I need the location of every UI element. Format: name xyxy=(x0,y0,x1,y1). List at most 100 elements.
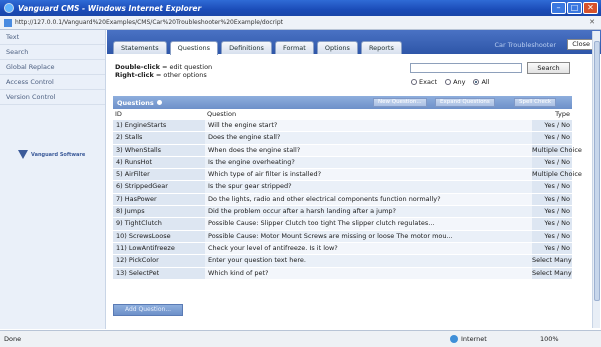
collapse-icon[interactable] xyxy=(156,100,162,105)
ie-icon xyxy=(4,3,14,13)
status-text: Done xyxy=(4,335,22,343)
close-icon[interactable]: ✕ xyxy=(589,18,595,26)
tab-definitions[interactable]: Definitions xyxy=(221,41,272,54)
search-mode-options: Exact Any All xyxy=(411,78,490,86)
cell-type: Yes / No xyxy=(532,132,572,144)
cell-question: Which type of air filter is installed? xyxy=(205,169,532,181)
globe-icon xyxy=(450,335,458,343)
cell-type: Select Many xyxy=(532,255,572,267)
radio-exact-label: Exact xyxy=(419,78,438,86)
table-row[interactable]: 6) StrippedGear Is the spur gear stripped… xyxy=(113,181,572,194)
app-name: Car Troubleshooter xyxy=(494,41,556,49)
spell-check-button[interactable]: Spell Check xyxy=(514,98,557,107)
status-bar: Done Internet 100% xyxy=(0,330,601,347)
cell-type: Multiple Choice xyxy=(532,169,582,181)
radio-all-dot[interactable] xyxy=(473,79,480,85)
column-header-id[interactable]: ID xyxy=(113,110,205,120)
main-panel: Statements Questions Definitions Format … xyxy=(107,30,601,329)
tab-reports[interactable]: Reports xyxy=(360,41,402,54)
scrollbar-thumb[interactable] xyxy=(594,41,600,301)
table-row[interactable]: 4) RunsHot Is the engine overheating? Yes … xyxy=(113,156,572,170)
window-controls: – □ ✕ xyxy=(551,2,598,14)
radio-all[interactable]: All xyxy=(473,78,490,86)
column-header-question[interactable]: Question xyxy=(205,110,532,120)
cell-type: Yes / No xyxy=(532,120,572,132)
vanguard-logo-text: Vanguard Software xyxy=(31,151,86,158)
table-row[interactable]: 1) EngineStarts Will the engine start? Yes… xyxy=(113,120,572,133)
table-row[interactable]: 7) HasPower Do the lights, radio and othe… xyxy=(113,193,572,207)
address-url[interactable]: http://127.0.0.1/Vanguard%20Examples/CMS… xyxy=(15,19,283,26)
cell-type: Yes / No xyxy=(532,193,572,206)
sidebar-item-text[interactable]: Text xyxy=(0,30,105,45)
tab-format[interactable]: Format xyxy=(274,41,314,54)
cell-id: 3) WhenStalls xyxy=(113,144,205,156)
minimize-button[interactable]: – xyxy=(551,2,566,14)
search-button[interactable]: Search xyxy=(527,62,570,74)
cell-id: 1) EngineStarts xyxy=(113,120,205,132)
hint-right-click-text: = other options xyxy=(153,71,207,79)
radio-exact-dot[interactable] xyxy=(411,79,417,85)
tab-options[interactable]: Options xyxy=(316,41,358,54)
questions-table-header: ID Question Type xyxy=(113,110,572,120)
vertical-scrollbar[interactable] xyxy=(592,31,600,328)
sidebar-item-access-control[interactable]: Access Control xyxy=(0,75,105,90)
hint-double-click-text: = edit question xyxy=(159,63,213,71)
add-question-button[interactable]: Add Question... xyxy=(113,304,183,316)
search-input[interactable] xyxy=(410,63,522,73)
cell-question: Is the spur gear stripped? xyxy=(205,181,532,193)
tab-statements[interactable]: Statements xyxy=(113,41,167,54)
cell-id: 13) SelectPet xyxy=(113,267,205,279)
zoom-level[interactable]: 100% xyxy=(540,335,559,343)
cell-id: 10) ScrewsLoose xyxy=(113,230,205,242)
maximize-button[interactable]: □ xyxy=(567,2,582,14)
table-row[interactable]: 8) Jumps Did the problem occur after a ha… xyxy=(113,206,572,219)
column-header-type[interactable]: Type xyxy=(532,110,572,120)
address-bar[interactable]: http://127.0.0.1/Vanguard%20Examples/CMS… xyxy=(0,16,601,30)
radio-any-label: Any xyxy=(453,78,466,86)
tab-questions[interactable]: Questions xyxy=(169,41,219,55)
cell-question: Check your level of antifreeze. Is it lo… xyxy=(205,242,532,255)
radio-any[interactable]: Any xyxy=(445,78,465,86)
cell-question: Do the lights, radio and other electrica… xyxy=(205,193,532,206)
radio-exact[interactable]: Exact xyxy=(411,78,437,86)
sidebar-item-version-control[interactable]: Version Control xyxy=(0,90,105,105)
close-button[interactable]: Close xyxy=(567,39,595,50)
radio-any-dot[interactable] xyxy=(445,79,452,85)
table-row[interactable]: 9) TightClutch Possible Cause: Slipper Cl… xyxy=(113,218,572,231)
cell-type: Multiple Choice xyxy=(532,144,582,156)
table-row[interactable]: 11) LowAntifreeze Check your level of ant… xyxy=(113,242,572,256)
table-row[interactable]: 2) Stalls Does the engine stall? Yes / No xyxy=(113,132,572,145)
sidebar-item-global-replace[interactable]: Global Replace xyxy=(0,60,105,75)
questions-panel-header: Questions New Question... Expand Questio… xyxy=(113,96,572,109)
cell-question: Will the engine start? xyxy=(205,120,532,132)
table-row[interactable]: 13) SelectPet Which kind of pet? Select Ma… xyxy=(113,267,572,280)
cell-type: Yes / No xyxy=(532,242,572,255)
tab-list: Statements Questions Definitions Format … xyxy=(113,41,402,55)
usage-hint: Double-click = edit question Right-click… xyxy=(115,63,212,79)
questions-panel-title: Questions xyxy=(117,98,154,107)
vanguard-logo-icon xyxy=(18,150,28,159)
sidebar-item-search[interactable]: Search xyxy=(0,45,105,60)
cell-id: 6) StrippedGear xyxy=(113,181,205,193)
table-row[interactable]: 5) AirFilter Which type of air filter is … xyxy=(113,169,582,182)
table-row[interactable]: 3) WhenStalls When does the engine stall?… xyxy=(113,144,582,157)
window-title: Vanguard CMS - Windows Internet Explorer xyxy=(18,3,202,13)
cell-question: Possible Cause: Motor Mount Screws are m… xyxy=(205,230,532,242)
questions-table: 1) EngineStarts Will the engine start? Yes… xyxy=(113,120,582,280)
cell-type: Yes / No xyxy=(532,156,572,169)
cell-id: 5) AirFilter xyxy=(113,169,205,181)
new-question-button[interactable]: New Question... xyxy=(373,98,427,107)
cell-question: Enter your question text here. xyxy=(205,255,532,267)
cell-type: Select Many xyxy=(532,267,572,279)
table-row[interactable]: 12) PickColor Enter your question text he… xyxy=(113,255,572,268)
close-window-button[interactable]: ✕ xyxy=(583,2,598,14)
page-icon xyxy=(4,18,12,27)
tabs-bar: Statements Questions Definitions Format … xyxy=(107,30,601,55)
cell-question: Does the engine stall? xyxy=(205,132,532,144)
cell-id: 9) TightClutch xyxy=(113,218,205,230)
cell-id: 2) Stalls xyxy=(113,132,205,144)
table-row[interactable]: 10) ScrewsLoose Possible Cause: Motor Mou… xyxy=(113,230,572,243)
expand-questions-button[interactable]: Expand Questions xyxy=(435,98,495,107)
security-zone: Internet xyxy=(450,335,487,343)
hint-double-click-key: Double-click xyxy=(115,63,160,71)
